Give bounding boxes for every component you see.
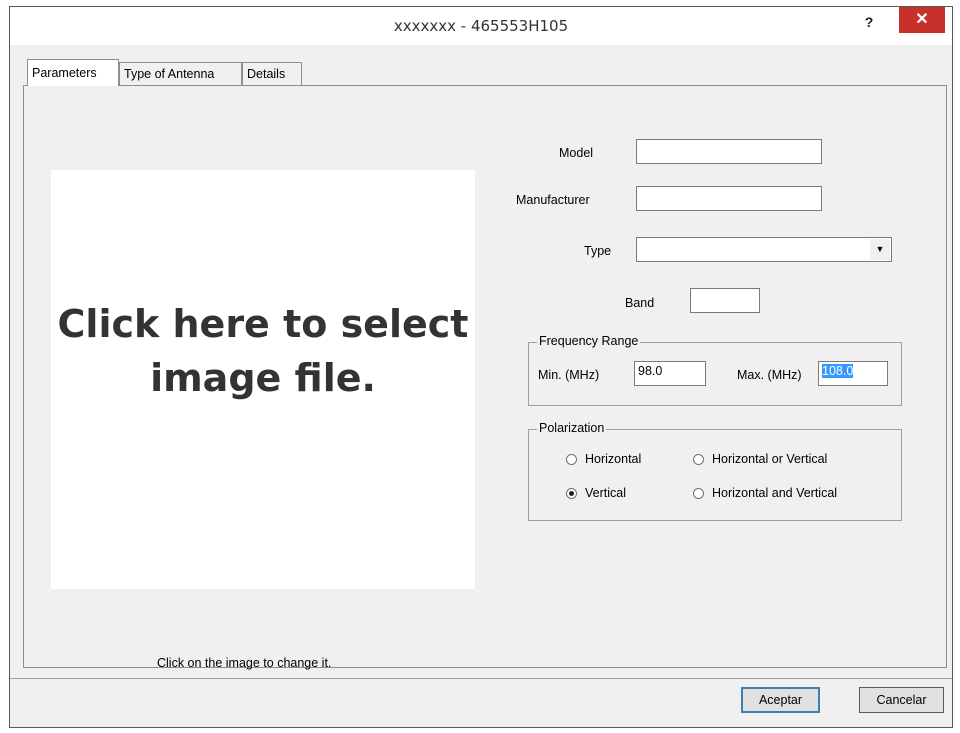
radio-horizontal-and-vertical[interactable]: Horizontal and Vertical — [693, 486, 837, 500]
radio-button-checked-icon — [566, 487, 577, 499]
min-mhz-label: Min. (MHz) — [538, 368, 600, 382]
radio-vertical-label: Vertical — [585, 486, 626, 500]
min-mhz-field[interactable]: 98.0 — [634, 361, 706, 386]
parameters-panel: Click here to select image file. Model M… — [23, 85, 947, 670]
radio-button-icon — [693, 487, 704, 499]
image-placeholder-line2: image file. — [150, 355, 376, 400]
radio-vertical[interactable]: Vertical — [566, 486, 626, 500]
title-bar: xxxxxxx - 465553H105 ? ✕ — [10, 7, 952, 45]
type-label: Type — [584, 244, 612, 258]
ok-button[interactable]: Aceptar — [741, 687, 820, 713]
max-mhz-label: Max. (MHz) — [737, 368, 802, 382]
band-field[interactable] — [690, 288, 760, 313]
image-placeholder-line1: Click here to select — [57, 301, 469, 346]
max-mhz-selected-value: 108.0 — [822, 364, 854, 378]
type-select[interactable]: ▼ — [636, 237, 892, 262]
tab-type-of-antenna[interactable]: Type of Antenna — [119, 62, 242, 86]
window-title: xxxxxxx - 465553H105 — [393, 17, 569, 35]
band-label: Band — [625, 296, 655, 310]
chevron-down-icon[interactable]: ▼ — [870, 239, 890, 260]
close-icon: ✕ — [915, 11, 929, 28]
radio-horizontal-or-vertical-label: Horizontal or Vertical — [712, 452, 828, 466]
tab-parameters[interactable]: Parameters — [27, 59, 119, 86]
footer-divider — [10, 678, 952, 679]
image-caption: Click on the image to change it. — [157, 656, 332, 670]
max-mhz-field[interactable]: 108.0 — [818, 361, 888, 386]
model-label: Model — [559, 146, 594, 160]
radio-horizontal-label: Horizontal — [585, 452, 642, 466]
manufacturer-field[interactable] — [636, 186, 822, 211]
frequency-range-title: Frequency Range — [537, 334, 641, 348]
frequency-range-group: Frequency Range Min. (MHz) 98.0 Max. (MH… — [528, 334, 902, 406]
radio-button-icon — [693, 453, 704, 465]
polarization-group: Polarization Horizontal Horizontal or Ve… — [528, 421, 902, 521]
tab-details[interactable]: Details — [242, 62, 302, 86]
radio-horizontal[interactable]: Horizontal — [566, 452, 641, 466]
radio-button-icon — [566, 453, 577, 465]
cancel-button[interactable]: Cancelar — [859, 687, 944, 713]
manufacturer-label: Manufacturer — [516, 193, 590, 207]
close-button[interactable]: ✕ — [899, 7, 945, 33]
polarization-title: Polarization — [537, 421, 607, 435]
image-placeholder-text: Click here to select image file. — [51, 297, 475, 405]
help-button[interactable]: ? — [854, 11, 884, 33]
model-field[interactable] — [636, 139, 822, 164]
dialog-window: xxxxxxx - 465553H105 ? ✕ Parameters Type… — [9, 6, 953, 728]
radio-horizontal-and-vertical-label: Horizontal and Vertical — [712, 486, 838, 500]
radio-horizontal-or-vertical[interactable]: Horizontal or Vertical — [693, 452, 827, 466]
image-select-area[interactable]: Click here to select image file. — [51, 170, 475, 589]
